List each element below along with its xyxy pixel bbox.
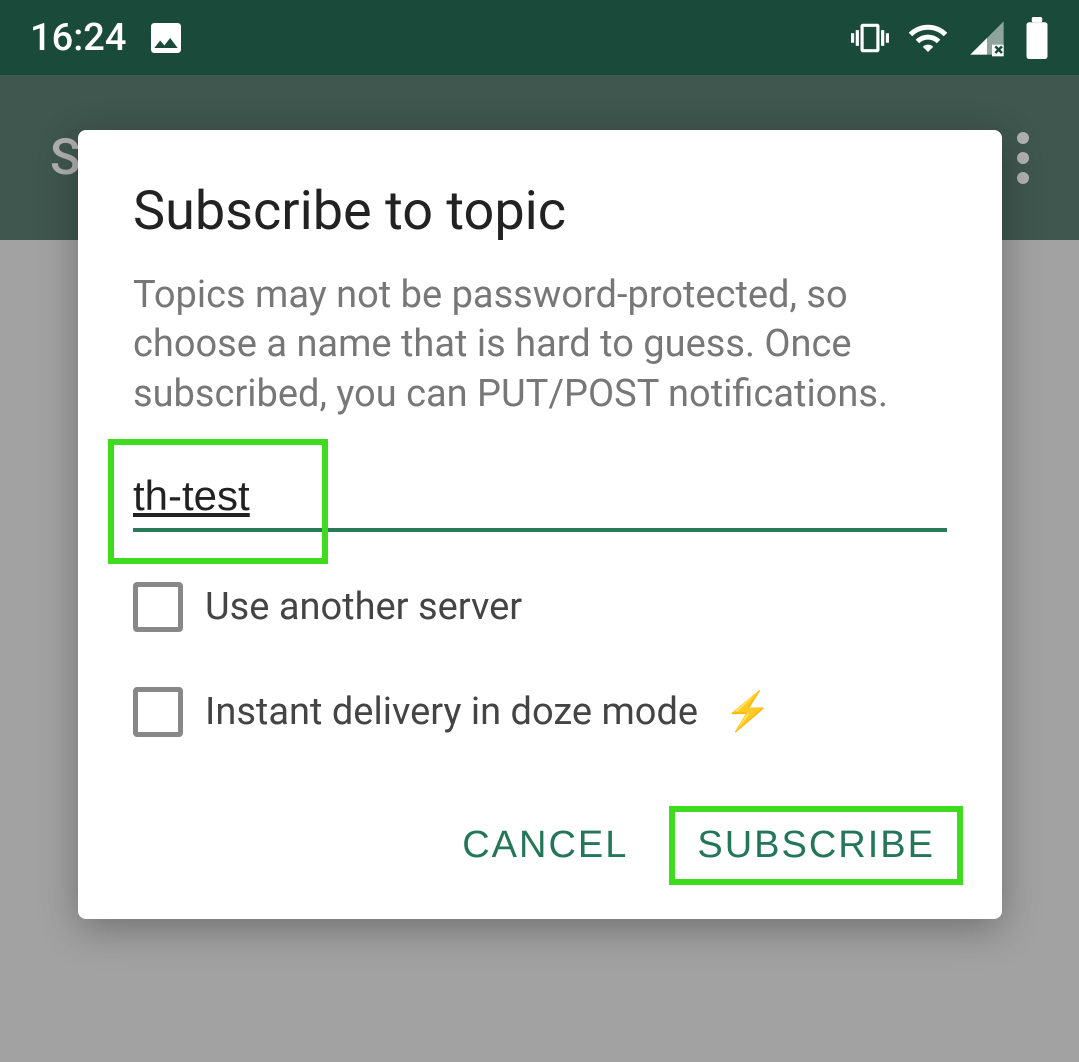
status-right	[851, 17, 1049, 59]
status-bar: 16:24	[0, 0, 1079, 75]
signal-icon	[967, 18, 1007, 58]
battery-icon	[1025, 17, 1049, 59]
wifi-icon	[907, 17, 949, 59]
dialog-description: Topics may not be password-protected, so…	[133, 271, 947, 419]
topic-name-input[interactable]	[133, 464, 947, 532]
instant-delivery-checkbox[interactable]	[133, 687, 183, 737]
vibrate-icon	[851, 19, 889, 57]
subscribe-button-label: SUBSCRIBE	[697, 824, 935, 866]
dialog-buttons: CANCEL SUBSCRIBE	[133, 812, 947, 879]
use-another-server-checkbox[interactable]	[133, 582, 183, 632]
instant-delivery-row[interactable]: Instant delivery in doze mode ⚡	[133, 687, 947, 737]
bolt-icon: ⚡	[724, 690, 771, 734]
use-another-server-row[interactable]: Use another server	[133, 582, 947, 632]
topic-input-container	[133, 464, 947, 532]
status-time: 16:24	[30, 16, 126, 60]
subscribe-button[interactable]: SUBSCRIBE	[685, 812, 947, 879]
cancel-button[interactable]: CANCEL	[450, 812, 640, 879]
dialog-title: Subscribe to topic	[133, 180, 947, 243]
use-another-server-label: Use another server	[205, 585, 522, 629]
subscribe-dialog: Subscribe to topic Topics may not be pas…	[78, 130, 1002, 919]
image-icon	[146, 18, 186, 58]
status-left: 16:24	[30, 16, 186, 60]
instant-delivery-label: Instant delivery in doze mode	[205, 690, 698, 734]
